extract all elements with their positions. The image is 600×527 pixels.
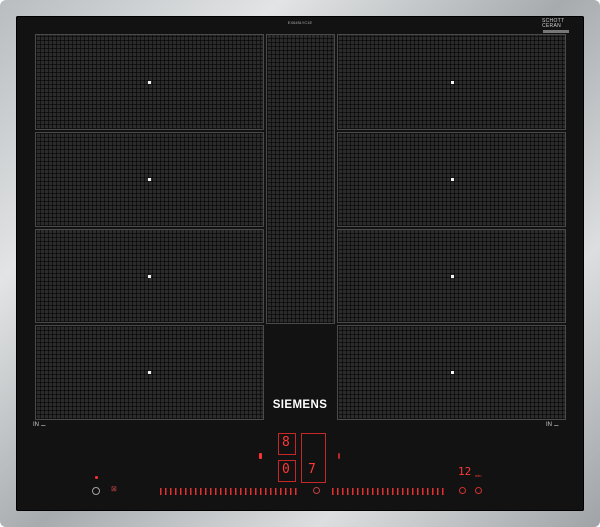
power-level-display-right: 7: [308, 462, 316, 477]
cooking-zone-left-4[interactable]: [35, 325, 264, 420]
zone-center-mark: [451, 81, 454, 84]
zone-indicator-right: [338, 453, 340, 459]
power-slider-left[interactable]: [160, 488, 300, 495]
timer-icon[interactable]: [475, 487, 482, 494]
brand-logo: SIEMENS: [272, 399, 328, 411]
power-slider-right[interactable]: [332, 488, 446, 495]
power-level-display-bottom: 0: [282, 462, 290, 477]
cooking-zone-right-3[interactable]: [337, 229, 566, 323]
cooking-zone-right-4[interactable]: [337, 325, 566, 420]
zone-center-mark: [148, 275, 151, 278]
zone-center-mark: [451, 371, 454, 374]
cooking-zone-left-2[interactable]: [35, 132, 264, 227]
zone-center-mark: [148, 371, 151, 374]
zone-center-mark: [451, 178, 454, 181]
power-level-display-top: 8: [282, 435, 290, 450]
ceramic-glass-surface: EX645LYC1E SCHOTT CERAN SIEMENS IN ⚊ IN …: [16, 16, 584, 511]
glass-badge: [543, 30, 569, 33]
cooking-zone-left-3[interactable]: [35, 229, 264, 323]
cooking-zone-center[interactable]: [266, 34, 335, 324]
schott-ceran-logo: SCHOTT CERAN: [542, 18, 565, 29]
timer-unit: min: [475, 473, 482, 478]
cooking-zone-right-2[interactable]: [337, 132, 566, 227]
flex-zone-icon: ⚊: [40, 422, 47, 428]
zone-center-mark: [451, 275, 454, 278]
flex-zone-icon: ⚊: [553, 422, 560, 428]
timer-display: 12: [458, 465, 472, 478]
flex-zone-icon[interactable]: [313, 487, 320, 494]
right-zone-label: IN ⚊: [546, 422, 560, 428]
zone-indicator-left: [259, 453, 262, 459]
minus-icon[interactable]: [459, 487, 466, 494]
cooking-zone-left-1[interactable]: [35, 34, 264, 130]
power-indicator-light: [95, 476, 98, 479]
zone-center-mark: [148, 81, 151, 84]
cooking-zone-right-1[interactable]: [337, 34, 566, 130]
stainless-steel-frame: EX645LYC1E SCHOTT CERAN SIEMENS IN ⚊ IN …: [0, 0, 600, 527]
power-icon[interactable]: [92, 487, 100, 495]
left-zone-label: IN ⚊: [33, 422, 47, 428]
model-label: EX645LYC1E: [287, 20, 313, 25]
zone-center-mark: [148, 178, 151, 181]
lock-icon[interactable]: ⊠: [111, 485, 117, 493]
